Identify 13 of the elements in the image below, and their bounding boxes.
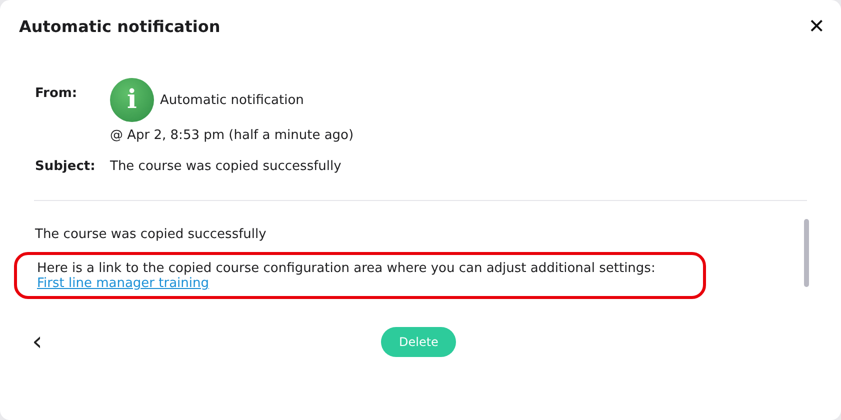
timestamp: @ Apr 2, 8:53 pm (half a minute ago): [110, 128, 355, 143]
dialog-title: Automatic notification: [19, 16, 220, 36]
from-label: From:: [35, 86, 78, 101]
message-text: The course was copied successfully: [35, 227, 268, 242]
scrollbar-thumb[interactable]: [804, 219, 809, 287]
subject-label: Subject:: [35, 159, 96, 174]
subject-text: The course was copied successfully: [110, 159, 342, 174]
message-text: Here is a link to the copied course configuration area where you can adjust additional settings:: [37, 261, 656, 276]
sender-name: Automatic notification: [160, 92, 304, 108]
back-button[interactable]: ‹: [28, 329, 46, 355]
info-icon: i: [110, 78, 154, 122]
close-button[interactable]: ✕: [808, 16, 825, 36]
course-link[interactable]: First line manager training: [37, 276, 210, 291]
